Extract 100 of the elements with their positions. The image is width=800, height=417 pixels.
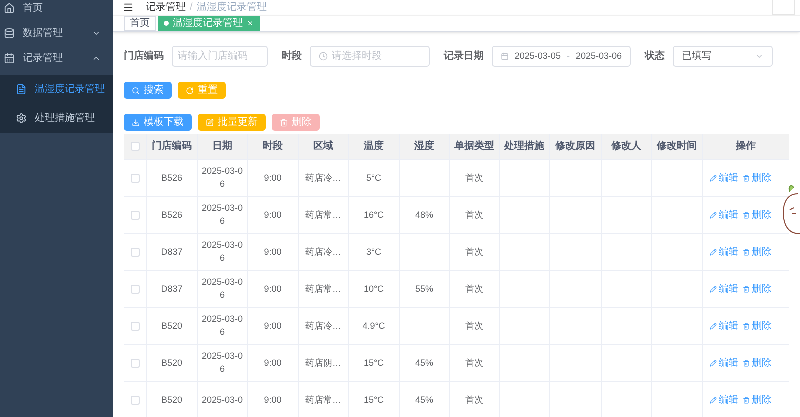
breadcrumb-item[interactable]: 记录管理	[146, 0, 186, 15]
edit-icon	[206, 118, 214, 126]
table-cell: 首次	[466, 282, 484, 296]
column-header: 操作	[702, 134, 789, 159]
checkbox[interactable]	[130, 322, 140, 330]
table-cell: 45%	[415, 356, 434, 370]
trash-icon	[743, 360, 750, 366]
trash-icon	[280, 118, 288, 126]
table-cell: 4.9°C	[362, 320, 386, 332]
date-range-picker[interactable]: 2025-03-05 - 2025-03-06	[492, 46, 631, 67]
breadcrumb-item: 温湿度记录管理	[196, 0, 267, 15]
table-cell: 首次	[466, 320, 484, 332]
table-cell: 首次	[466, 394, 484, 406]
pencil-icon	[710, 174, 717, 182]
table-cell: 2025-03-06	[200, 313, 244, 339]
table-cell: 2025-03-06	[200, 165, 244, 191]
table-cell: 药店冷…	[306, 320, 342, 332]
menu-item[interactable]: 首页	[0, 0, 113, 17]
tag-tab[interactable]: 温湿度记录管理	[158, 16, 260, 31]
field-label: 时段	[282, 50, 302, 64]
status-select[interactable]: 已填写	[673, 46, 773, 67]
checkbox[interactable]	[130, 284, 140, 294]
edit-link[interactable]: 编辑	[710, 170, 739, 186]
delete-link[interactable]: 删除	[743, 318, 772, 334]
settings-icon	[16, 113, 27, 124]
table-cell: 10°C	[364, 282, 384, 296]
table-cell: B520	[161, 394, 183, 406]
table-cell: 9:00	[264, 172, 282, 184]
checkbox[interactable]	[130, 174, 140, 182]
table-cell: 2025-03-06	[200, 202, 244, 228]
table-cell: D837	[161, 282, 183, 296]
checkbox[interactable]	[130, 210, 140, 220]
avatar-placeholder[interactable]	[772, 0, 795, 14]
column-header: 温度	[348, 134, 399, 159]
submenu-item[interactable]: 温湿度记录管理	[0, 75, 113, 104]
delete-link[interactable]: 删除	[743, 170, 772, 186]
home-icon	[4, 3, 15, 14]
document-icon	[16, 84, 27, 95]
chevron-down-icon	[755, 52, 764, 61]
table-cell: 2025-03-06	[200, 276, 244, 302]
end-date: 2025-03-06	[576, 50, 622, 63]
edit-link[interactable]: 编辑	[710, 356, 739, 370]
checkbox[interactable]	[130, 248, 140, 256]
column-header: 区域	[298, 134, 348, 159]
menu-item[interactable]: 记录管理	[0, 50, 113, 67]
download-button[interactable]: 模板下载	[124, 114, 192, 131]
delete-link[interactable]: 删除	[743, 208, 772, 222]
trash-icon	[743, 396, 750, 404]
table-cell: 药店阴…	[306, 356, 342, 370]
table-cell: 55%	[415, 282, 434, 296]
delete-link[interactable]: 删除	[743, 244, 772, 260]
menu-icon[interactable]	[123, 2, 134, 13]
search-button[interactable]: 搜索	[124, 82, 172, 99]
table-cell: 2025-03-06	[200, 239, 244, 265]
column-header: 日期	[197, 134, 247, 159]
pencil-icon	[710, 322, 717, 330]
clock-icon	[319, 52, 328, 61]
table-cell: B520	[161, 320, 183, 332]
input-field[interactable]: 请输入门店编码	[172, 46, 268, 67]
edit-link[interactable]: 编辑	[710, 318, 739, 334]
table-cell: 15°C	[364, 394, 384, 406]
table-cell: B520	[161, 356, 183, 370]
checkbox[interactable]	[130, 142, 140, 151]
menu-item[interactable]: 数据管理	[0, 25, 113, 42]
edit-link[interactable]: 编辑	[710, 244, 739, 260]
close-icon[interactable]	[247, 20, 254, 27]
checkbox[interactable]	[130, 396, 140, 404]
reset-button[interactable]: 重置	[178, 82, 226, 99]
table-cell: 首次	[466, 208, 484, 222]
edit-link[interactable]: 编辑	[710, 282, 739, 296]
delete-link[interactable]: 删除	[743, 282, 772, 296]
column-header: 修改人	[601, 134, 651, 159]
time-picker[interactable]: 请选择时段	[310, 46, 430, 67]
update-button[interactable]: 批量更新	[198, 114, 266, 131]
refresh-icon	[186, 86, 194, 94]
tag-tab[interactable]: 首页	[124, 16, 156, 31]
edit-link[interactable]: 编辑	[710, 392, 739, 408]
breadcrumb-separator: /	[190, 1, 193, 15]
table-cell: 药店常…	[306, 208, 342, 222]
column-header: 修改原因	[549, 134, 601, 159]
chevron-down-icon	[92, 29, 101, 38]
table-cell: 药店常…	[306, 394, 342, 406]
table-cell: 9:00	[264, 394, 282, 406]
column-header: 门店编码	[146, 134, 197, 159]
column-header: 单据类型	[449, 134, 499, 159]
pencil-icon	[710, 396, 717, 404]
table-cell: 15°C	[364, 356, 384, 370]
table-cell: 首次	[466, 356, 484, 370]
delete-link[interactable]: 删除	[743, 356, 772, 370]
pencil-icon	[710, 212, 717, 218]
trash-icon	[743, 174, 750, 182]
checkbox[interactable]	[130, 358, 140, 368]
submenu-item[interactable]: 处理措施管理	[0, 104, 113, 133]
table-cell: 9:00	[264, 356, 282, 370]
table-cell: 9:00	[264, 282, 282, 296]
table-cell: 9:00	[264, 246, 282, 258]
field-label: 记录日期	[444, 50, 484, 64]
delete-link[interactable]: 删除	[743, 392, 772, 408]
column-header: 时段	[247, 134, 298, 159]
edit-link[interactable]: 编辑	[710, 208, 739, 222]
